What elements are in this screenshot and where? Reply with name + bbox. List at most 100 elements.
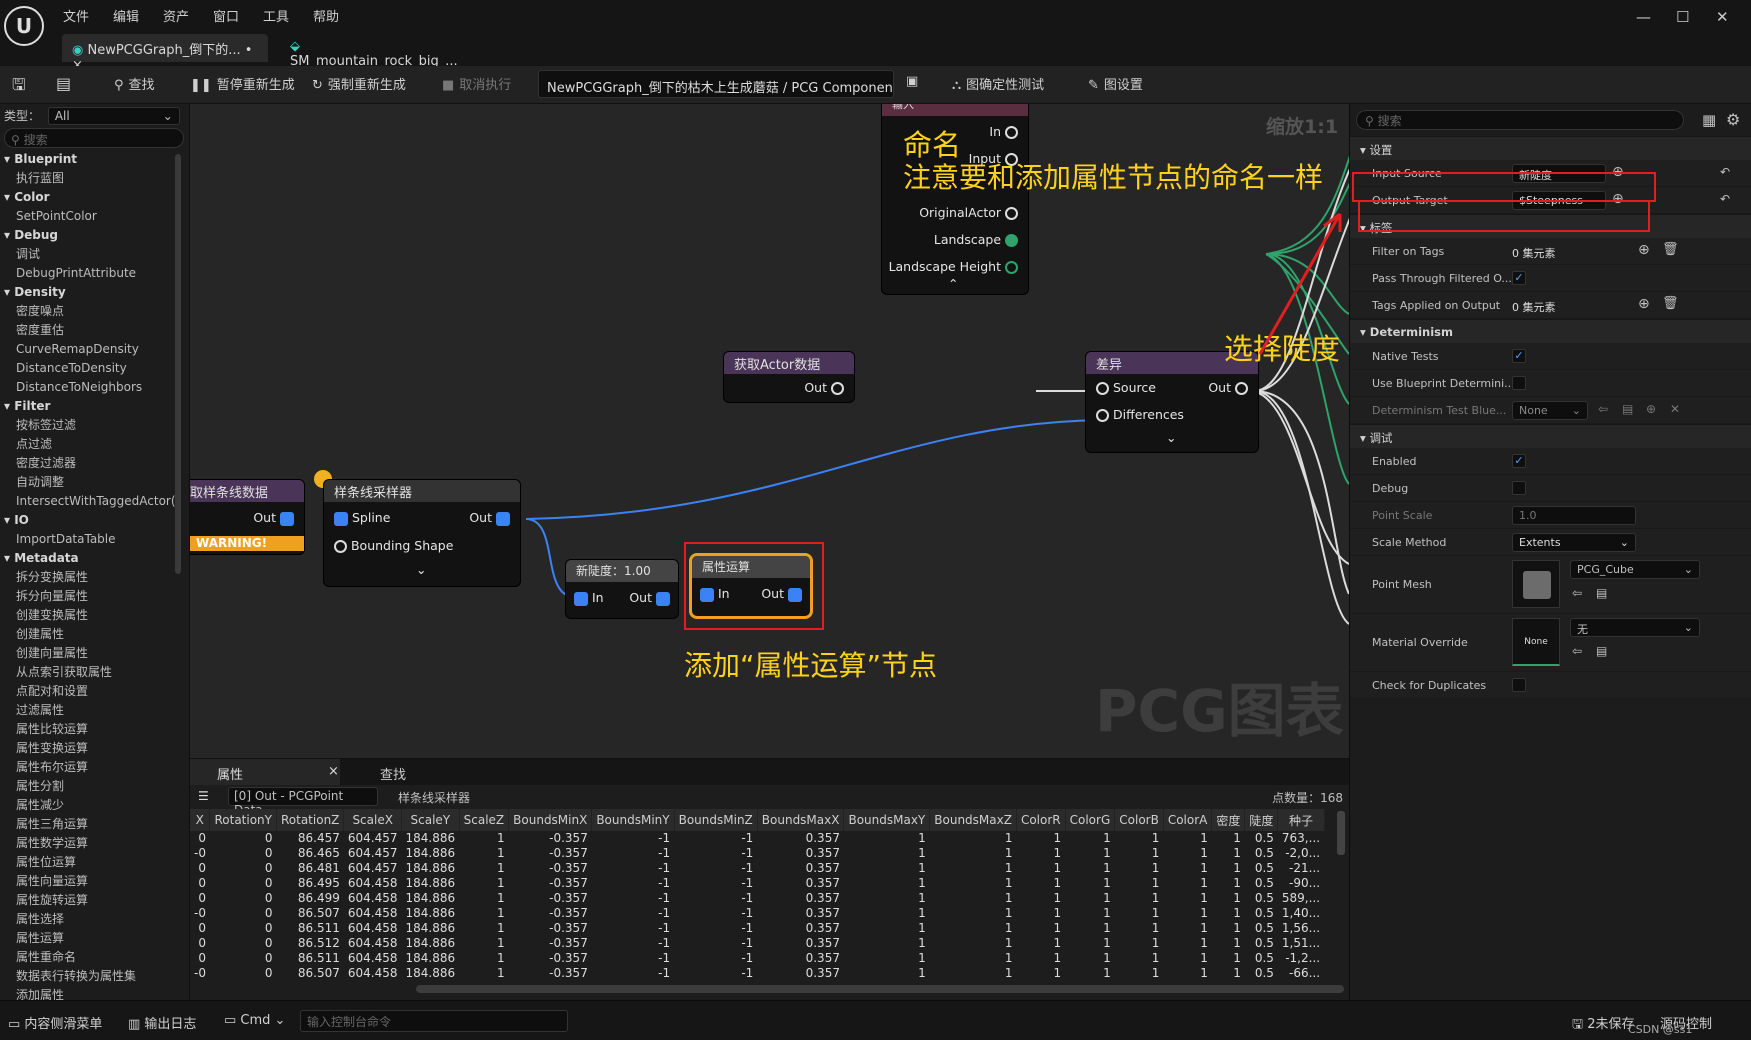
palette-item[interactable]: 属性布尔运算 bbox=[0, 758, 189, 777]
find-button[interactable]: ⚲ 查找 bbox=[114, 74, 155, 93]
maximize-icon[interactable]: ☐ bbox=[1676, 8, 1689, 26]
palette-item[interactable]: 属性比较运算 bbox=[0, 720, 189, 739]
palette-category[interactable]: ▾ Density bbox=[0, 283, 189, 302]
palette-item[interactable]: 创建变换属性 bbox=[0, 606, 189, 625]
palette-item[interactable]: 属性运算 bbox=[0, 929, 189, 948]
determinism-button[interactable]: ⛬ 图确定性测试 bbox=[952, 74, 1044, 93]
palette-item[interactable]: IntersectWithTaggedActor( bbox=[0, 492, 189, 511]
pass-through-checkbox[interactable]: ✓ bbox=[1512, 271, 1526, 285]
pin-out[interactable]: Out bbox=[253, 510, 294, 526]
collapse-arrow-icon[interactable]: ⌃ bbox=[948, 276, 958, 291]
material-thumbnail[interactable]: None bbox=[1512, 618, 1560, 666]
pause-regen-button[interactable]: ❚❚ 暂停重新生成 bbox=[190, 74, 295, 93]
filter-icon[interactable]: ☰ bbox=[198, 789, 209, 803]
cmd-dropdown[interactable]: ▭ Cmd ⌄ bbox=[224, 1013, 285, 1028]
palette-item[interactable]: 密度噪点 bbox=[0, 302, 189, 321]
back-arrow-icon[interactable]: ⇦ bbox=[1572, 586, 1582, 600]
debug-context-dropdown[interactable]: NewPCGGraph_倒下的枯木上生成蘑菇 / PCG Component ⌄ bbox=[538, 70, 894, 98]
column-header[interactable]: BoundsMaxY bbox=[843, 809, 931, 831]
point-scale-field[interactable]: 1.0 bbox=[1512, 506, 1636, 525]
tab-find[interactable]: 查找 bbox=[380, 764, 406, 783]
table-row[interactable]: 0 0 86.481 604.457 184.886 1 -0.357 -1 -1 0.357 1 1… bbox=[190, 861, 1324, 876]
clear-icon[interactable]: ✕ bbox=[1670, 402, 1680, 416]
pin-out[interactable]: Out bbox=[469, 510, 510, 526]
pin-out[interactable]: Out bbox=[804, 380, 844, 395]
unsaved-button[interactable]: 🖫 2未保存 bbox=[1572, 1013, 1635, 1037]
column-header[interactable]: ColorB bbox=[1114, 809, 1164, 831]
palette-item[interactable]: 属性旋转运算 bbox=[0, 891, 189, 910]
palette-item[interactable]: 属性分割 bbox=[0, 777, 189, 796]
add-circle-icon[interactable]: ⊕ bbox=[1638, 296, 1650, 312]
table-row[interactable]: 0 0 86.511 604.458 184.886 1 -0.357 -1 -1 0.357 1 1… bbox=[190, 921, 1324, 936]
section-settings[interactable]: ▾ 设置 bbox=[1350, 136, 1751, 160]
palette-item[interactable]: 自动调整 bbox=[0, 473, 189, 492]
expand-arrow-icon[interactable]: ⌄ bbox=[416, 562, 426, 577]
palette-item[interactable]: 拆分变换属性 bbox=[0, 568, 189, 587]
palette-item[interactable]: 从点索引获取属性 bbox=[0, 663, 189, 682]
palette-scrollbar[interactable] bbox=[175, 154, 181, 574]
browse-icon[interactable]: ▤ bbox=[1596, 644, 1607, 658]
menu-window[interactable]: 窗口 bbox=[213, 6, 239, 25]
tab-pcg-graph[interactable]: ◉ NewPCGGraph_倒下的... • × bbox=[62, 34, 268, 73]
force-regen-button[interactable]: ↻ 强制重新生成 bbox=[312, 74, 406, 93]
palette-item[interactable]: 属性位运算 bbox=[0, 853, 189, 872]
table-hscrollbar[interactable] bbox=[416, 985, 1344, 993]
close-icon[interactable]: ✕ bbox=[1716, 8, 1729, 26]
cancel-exec-button[interactable]: ■ 取消执行 bbox=[442, 74, 511, 93]
mesh-thumbnail[interactable] bbox=[1512, 560, 1560, 608]
menu-edit[interactable]: 编辑 bbox=[113, 6, 139, 25]
native-tests-checkbox[interactable]: ✓ bbox=[1512, 349, 1526, 363]
trash-icon[interactable]: 🗑 bbox=[1662, 242, 1679, 257]
palette-item[interactable]: 点过滤 bbox=[0, 435, 189, 454]
type-dropdown[interactable]: All ⌄ bbox=[47, 107, 180, 125]
point-mesh-dropdown[interactable]: PCG_Cube ⌄ bbox=[1570, 560, 1700, 579]
palette-category[interactable]: ▾ Color bbox=[0, 188, 189, 207]
pin-spline[interactable]: Spline bbox=[334, 510, 390, 526]
table-row[interactable]: 0 0 86.499 604.458 184.886 1 -0.357 -1 -1 0.357 1 1… bbox=[190, 891, 1324, 906]
table-row[interactable]: 0 0 86.512 604.458 184.886 1 -0.357 -1 -1 0.357 1 1… bbox=[190, 936, 1324, 951]
palette-item[interactable]: 密度重估 bbox=[0, 321, 189, 340]
det-blueprint-dropdown[interactable]: None ⌄ bbox=[1512, 401, 1588, 420]
unreal-logo-icon[interactable]: U bbox=[4, 6, 44, 46]
palette-item[interactable]: SetPointColor bbox=[0, 207, 189, 226]
browse-icon[interactable]: ▤ bbox=[56, 74, 71, 93]
palette-item[interactable]: 拆分向量属性 bbox=[0, 587, 189, 606]
palette-item[interactable]: DebugPrintAttribute bbox=[0, 264, 189, 283]
column-header[interactable]: ColorR bbox=[1016, 809, 1066, 831]
pin-differences[interactable]: Differences bbox=[1096, 407, 1184, 422]
menu-tools[interactable]: 工具 bbox=[263, 6, 289, 25]
section-determinism[interactable]: ▾ Determinism bbox=[1350, 319, 1751, 343]
get-spline-data-node[interactable]: 取样条线数据 Out WARNING! bbox=[190, 480, 304, 554]
pin-landscape[interactable]: Landscape bbox=[934, 232, 1018, 247]
column-header[interactable]: 种子 bbox=[1277, 809, 1325, 831]
pin-source[interactable]: Source bbox=[1096, 380, 1156, 395]
table-vscrollbar[interactable] bbox=[1337, 811, 1345, 855]
palette-item[interactable]: 属性变换运算 bbox=[0, 739, 189, 758]
palette-item[interactable]: 属性向量运算 bbox=[0, 872, 189, 891]
minimize-icon[interactable]: — bbox=[1636, 8, 1651, 26]
palette-category[interactable]: ▾ Blueprint bbox=[0, 150, 189, 169]
steepness-node[interactable]: 新陡度：1.00 In Out bbox=[566, 560, 678, 618]
reset-icon[interactable]: ↶ bbox=[1720, 192, 1730, 206]
column-header[interactable]: 陡度 bbox=[1244, 809, 1279, 831]
column-header[interactable]: ScaleY bbox=[401, 809, 460, 831]
table-row[interactable]: 0 0 86.495 604.458 184.886 1 -0.357 -1 -1 0.357 1 1… bbox=[190, 876, 1324, 891]
column-header[interactable]: X bbox=[190, 809, 211, 831]
palette-item[interactable]: DistanceToDensity bbox=[0, 359, 189, 378]
table-row[interactable]: -0 0 86.507 604.458 184.886 1 -0.357 -1 -1 0.357 1… bbox=[190, 906, 1324, 921]
palette-item[interactable]: 属性减少 bbox=[0, 796, 189, 815]
material-dropdown[interactable]: 无 ⌄ bbox=[1570, 618, 1700, 637]
palette-item[interactable]: 数据表行转换为属性集 bbox=[0, 967, 189, 986]
palette-item[interactable]: 属性数学运算 bbox=[0, 834, 189, 853]
enabled-checkbox[interactable]: ✓ bbox=[1512, 454, 1526, 468]
expand-arrow-icon[interactable]: ⌄ bbox=[1166, 430, 1176, 445]
palette-item[interactable]: 点配对和设置 bbox=[0, 682, 189, 701]
palette-item[interactable]: 按标签过滤 bbox=[0, 416, 189, 435]
palette-item[interactable]: 创建向量属性 bbox=[0, 644, 189, 663]
column-header[interactable]: ScaleZ bbox=[459, 809, 510, 831]
palette-item[interactable]: DistanceToNeighbors bbox=[0, 378, 189, 397]
pin-out[interactable]: Out bbox=[1208, 380, 1248, 395]
column-header[interactable]: BoundsMaxX bbox=[757, 809, 845, 831]
palette-item[interactable]: 属性三角运算 bbox=[0, 815, 189, 834]
column-header[interactable]: BoundsMinY bbox=[591, 809, 675, 831]
